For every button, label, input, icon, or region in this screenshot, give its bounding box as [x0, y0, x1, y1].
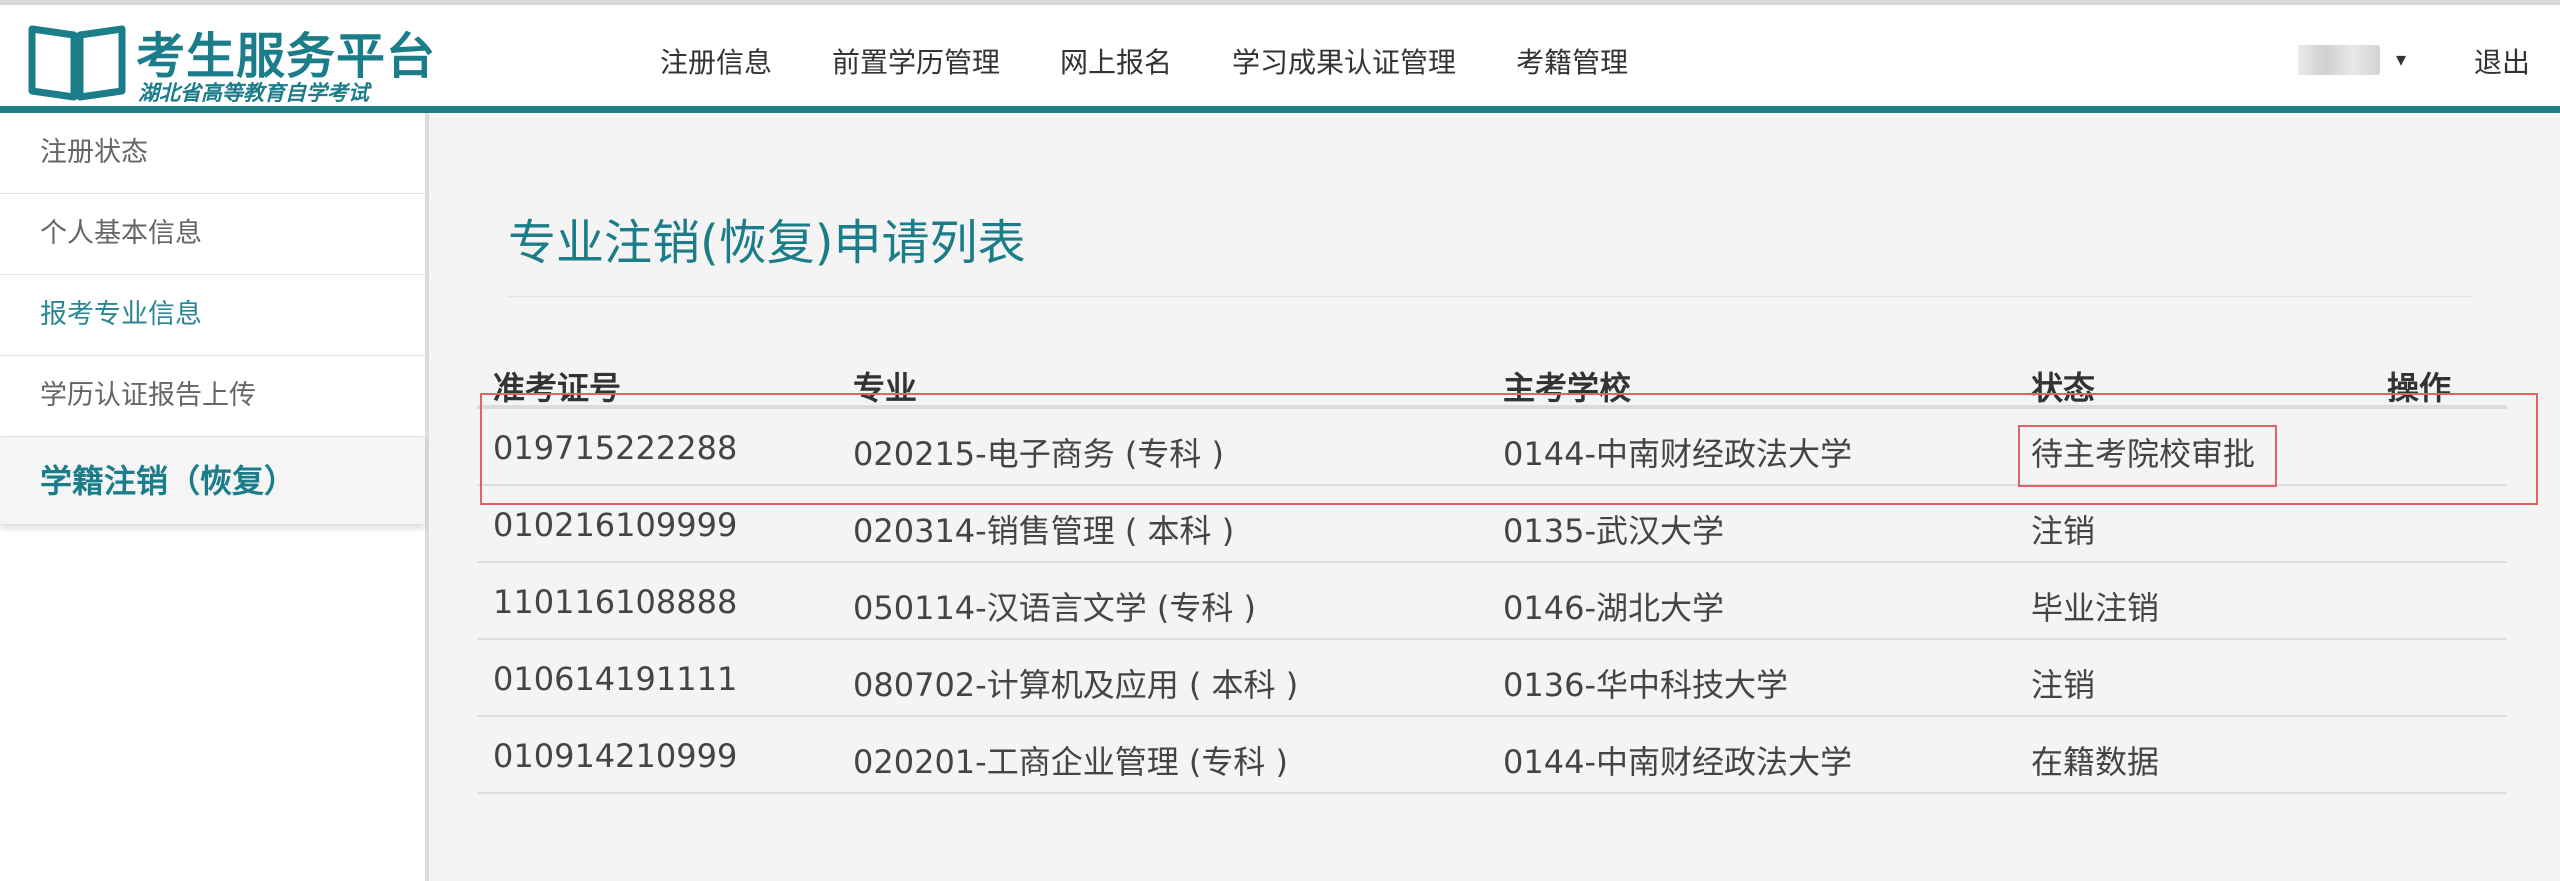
cell-exam-id: 010914210999 [493, 737, 738, 775]
logout-link[interactable]: 退出 [2474, 41, 2530, 81]
book-logo-icon [28, 25, 126, 101]
user-menu[interactable]: ▾ [2298, 43, 2418, 79]
page-title: 专业注销(恢复)申请列表 [508, 215, 1026, 271]
cell-exam-id: 010614191111 [493, 660, 738, 698]
cell-major: 050114-汉语言文学 (专科 ) [853, 589, 1257, 627]
caret-down-icon: ▾ [2396, 47, 2407, 71]
main-nav: 注册信息 前置学历管理 网上报名 学习成果认证管理 考籍管理 [660, 41, 1688, 81]
sidebar: 注册状态 个人基本信息 报考专业信息 学历认证报告上传 学籍注销（恢复） [0, 113, 429, 881]
nav-online-signup[interactable]: 网上报名 [1060, 41, 1172, 81]
cell-status: 毕业注销 [2031, 589, 2160, 627]
sidebar-item-personal-info[interactable]: 个人基本信息 [0, 194, 425, 275]
cell-school: 0135-武汉大学 [1503, 512, 1724, 550]
cell-exam-id: 110116108888 [493, 583, 738, 621]
nav-student-record[interactable]: 考籍管理 [1516, 41, 1628, 81]
cell-major: 020201-工商企业管理 (专科 ) [853, 743, 1289, 781]
sidebar-item-degree-report-upload[interactable]: 学历认证报告上传 [0, 356, 425, 437]
nav-learning-certification[interactable]: 学习成果认证管理 [1232, 41, 1456, 81]
nav-prior-education[interactable]: 前置学历管理 [832, 41, 1000, 81]
username-redacted [2298, 45, 2380, 75]
cell-school: 0146-湖北大学 [1503, 589, 1724, 627]
cell-exam-id: 010216109999 [493, 506, 738, 544]
cell-school: 0136-华中科技大学 [1503, 666, 1788, 704]
table-row: 010614191111 080702-计算机及应用 ( 本科 ) 0136-华… [477, 640, 2507, 717]
cell-status: 注销 [2031, 512, 2096, 550]
cell-major: 020314-销售管理 ( 本科 ) [853, 512, 1235, 550]
header: 考生服务平台 湖北省高等教育自学考试 注册信息 前置学历管理 网上报名 学习成果… [0, 5, 2560, 108]
cell-status: 在籍数据 [2031, 743, 2160, 781]
highlight-status-annotation [2018, 425, 2277, 487]
cell-status: 注销 [2031, 666, 2096, 704]
table-row: 010914210999 020201-工商企业管理 (专科 ) 0144-中南… [477, 717, 2507, 794]
header-accent-bar [0, 106, 2560, 113]
sidebar-item-record-cancellation[interactable]: 学籍注销（恢复） [0, 437, 425, 525]
logo[interactable]: 考生服务平台 湖北省高等教育自学考试 [28, 17, 435, 105]
cell-school: 0144-中南财经政法大学 [1503, 743, 1852, 781]
sidebar-item-major-info[interactable]: 报考专业信息 [0, 275, 425, 356]
nav-registration-info[interactable]: 注册信息 [660, 41, 772, 81]
sidebar-item-registration-status[interactable]: 注册状态 [0, 113, 425, 194]
cell-major: 080702-计算机及应用 ( 本科 ) [853, 666, 1299, 704]
logo-subtitle: 湖北省高等教育自学考试 [138, 81, 369, 105]
table-row: 110116108888 050114-汉语言文学 (专科 ) 0146-湖北大… [477, 563, 2507, 640]
title-divider [508, 296, 2473, 297]
